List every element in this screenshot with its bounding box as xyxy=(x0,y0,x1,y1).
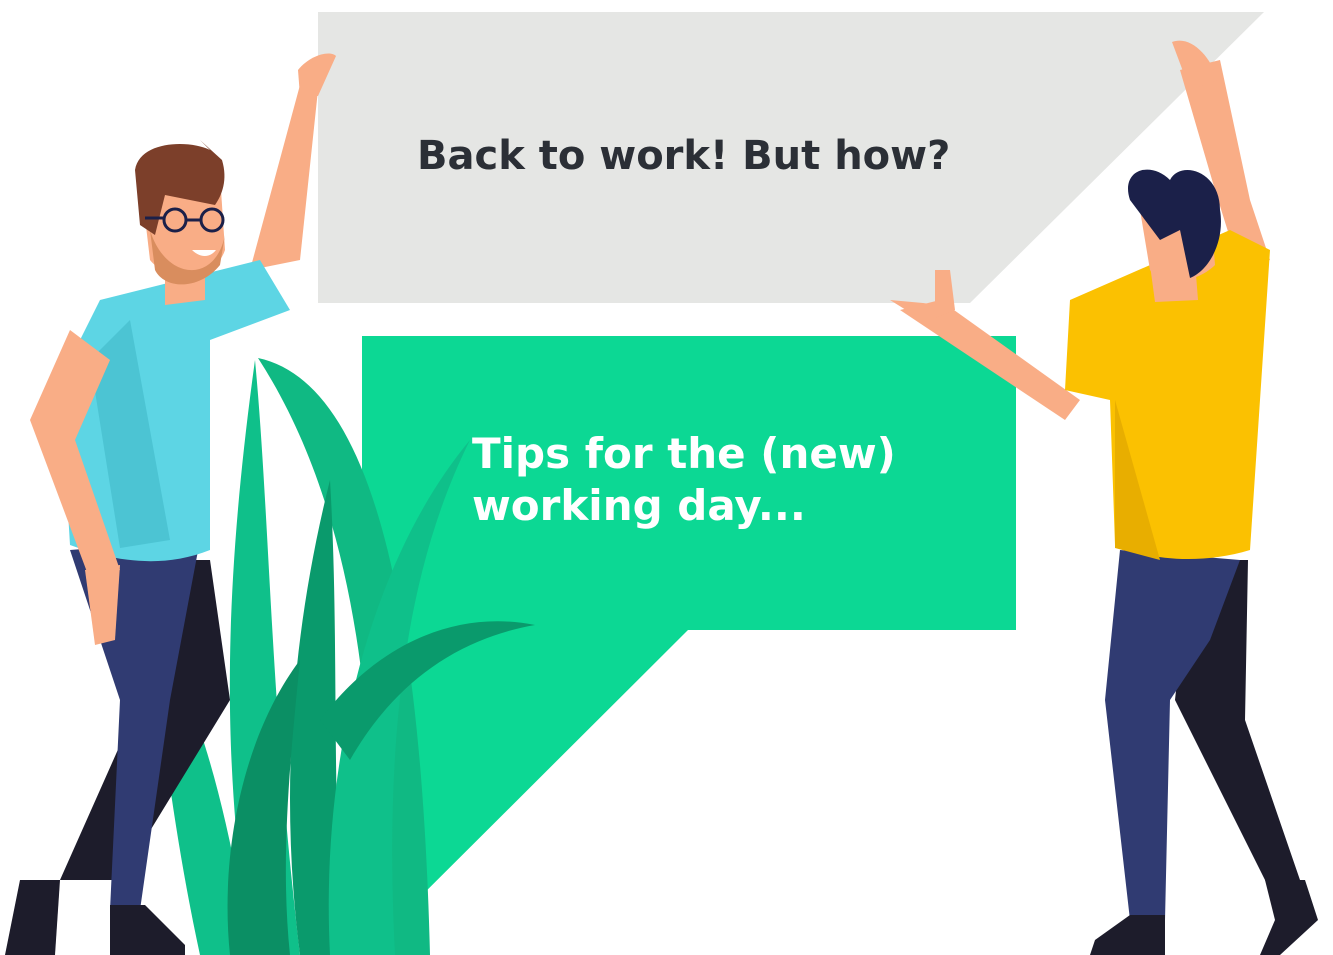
bubble-text-line-1: Tips for the (new) xyxy=(472,429,896,478)
banner-title: Back to work! But how? xyxy=(417,133,951,179)
illustration: Back to work! But how? Tips for the (new… xyxy=(0,0,1333,955)
bubble-text: Tips for the (new) working day... xyxy=(472,428,992,532)
bubble-text-line-2: working day... xyxy=(472,481,806,530)
